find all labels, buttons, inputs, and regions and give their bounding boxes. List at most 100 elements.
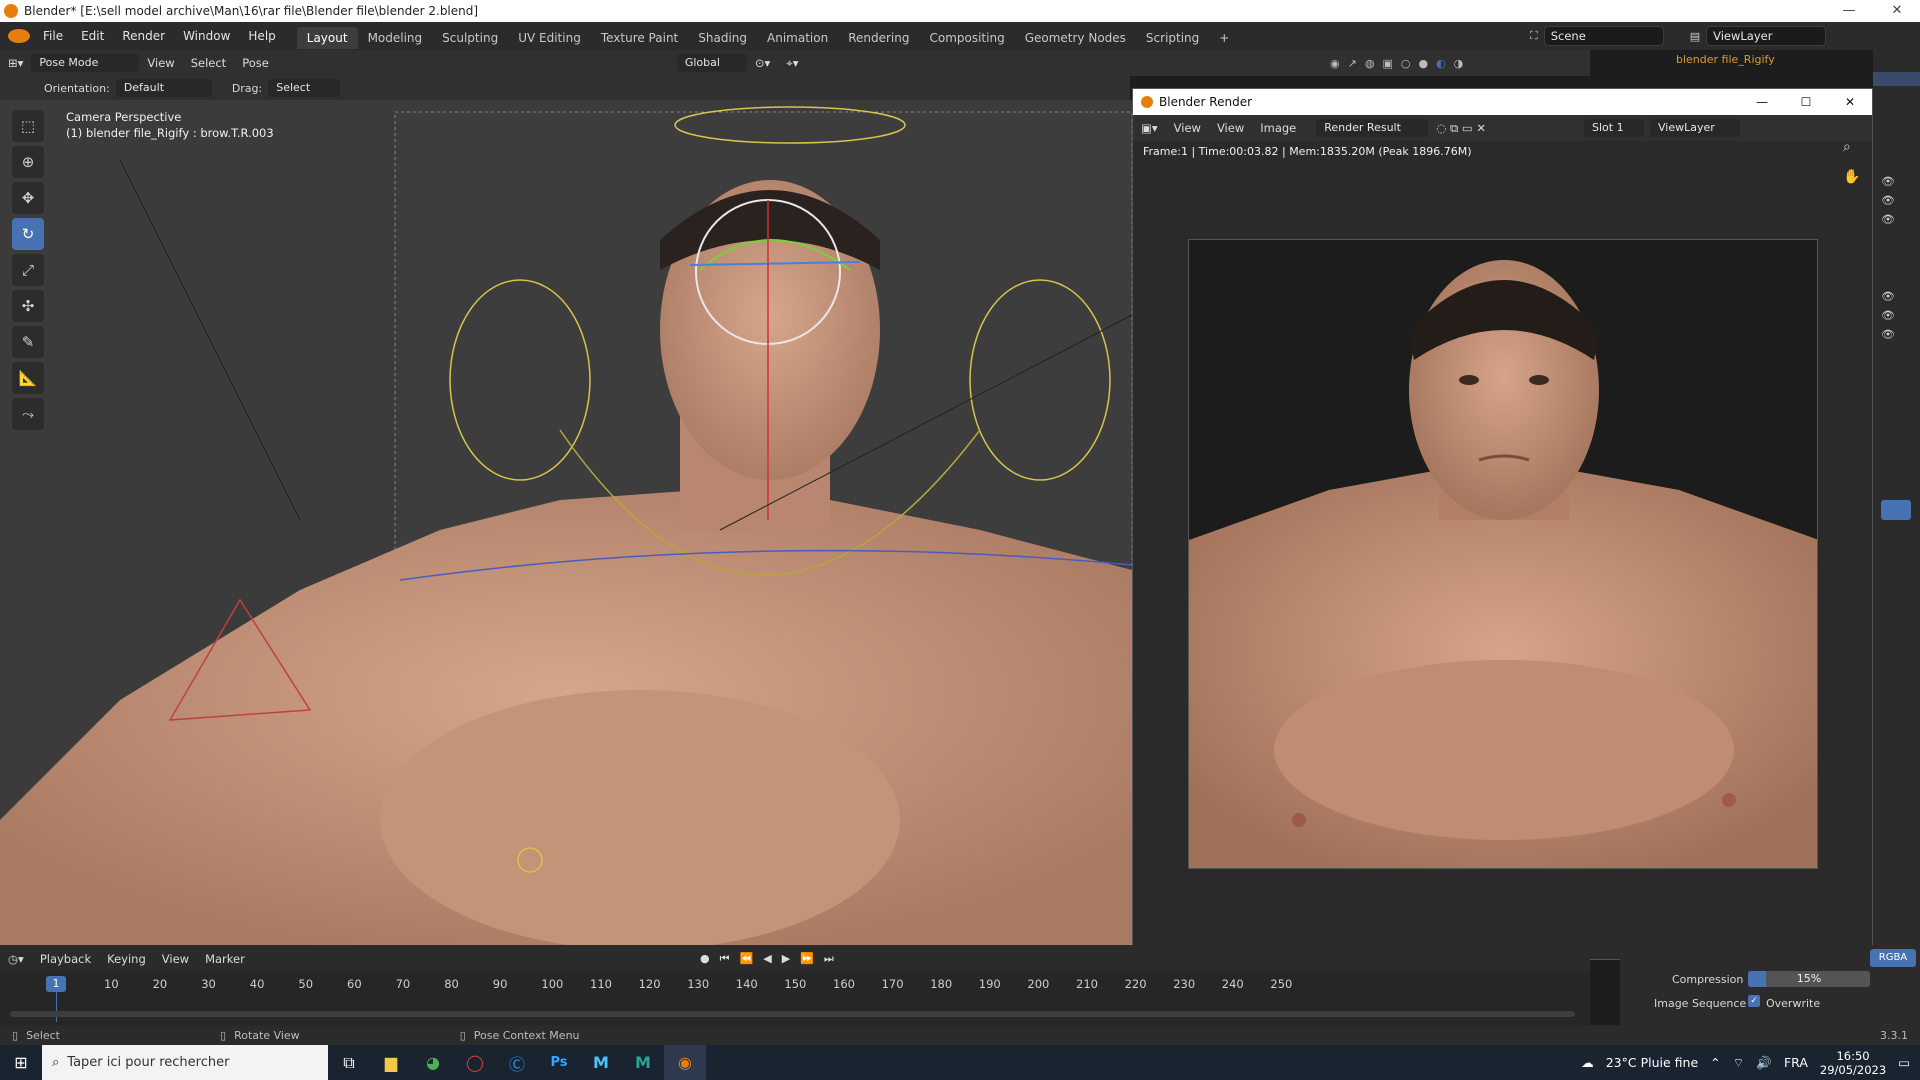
windows-start-icon[interactable]: ⊞ bbox=[0, 1045, 42, 1080]
image-name-field[interactable]: Render Result bbox=[1316, 119, 1429, 137]
timeline-scrollbar[interactable] bbox=[10, 1011, 1575, 1017]
tab-modeling[interactable]: Modeling bbox=[358, 27, 433, 49]
tab-uv-editing[interactable]: UV Editing bbox=[508, 27, 591, 49]
move-tool-icon[interactable]: ✥ bbox=[12, 182, 44, 214]
menu-file[interactable]: File bbox=[34, 22, 72, 50]
visibility-eye-icon[interactable]: 👁 bbox=[1881, 213, 1895, 226]
render-close-button[interactable]: ✕ bbox=[1828, 95, 1872, 109]
menu-pose[interactable]: Pose bbox=[234, 51, 277, 75]
menu-view[interactable]: View bbox=[1209, 116, 1252, 140]
tab-animation[interactable]: Animation bbox=[757, 27, 838, 49]
visibility-eye-icon[interactable]: 👁 bbox=[1881, 175, 1895, 188]
image-actions-icons[interactable]: ◌ ⧉ ▭ ✕ bbox=[1428, 116, 1494, 140]
pivot-icon[interactable]: ⊙▾ bbox=[747, 51, 778, 75]
blender-menu-icon[interactable] bbox=[8, 29, 30, 43]
zoom-icon[interactable]: ⌕ bbox=[1843, 139, 1851, 155]
material-shading-icon[interactable]: ◐ bbox=[1436, 57, 1446, 70]
visibility-eye-icon[interactable]: 👁 bbox=[1881, 290, 1895, 303]
compression-slider[interactable]: 15% bbox=[1748, 971, 1870, 987]
opera-icon[interactable]: ◯ bbox=[454, 1045, 496, 1080]
tab-scripting[interactable]: Scripting bbox=[1136, 27, 1209, 49]
tray-chevron-icon[interactable]: ⌃ bbox=[1710, 1055, 1720, 1070]
prev-key-icon[interactable]: ⏪ bbox=[740, 952, 754, 966]
tab-sculpting[interactable]: Sculpting bbox=[432, 27, 508, 49]
next-key-icon[interactable]: ⏩ bbox=[800, 952, 814, 966]
clock[interactable]: 16:50 29/05/2023 bbox=[1820, 1049, 1886, 1077]
jump-start-icon[interactable]: ⏮ bbox=[720, 952, 730, 966]
timeline[interactable]: 1 10 20 30 40 50 60 70 80 90 100 110 120 130 140 150 16… bbox=[0, 973, 1590, 1025]
menu-playback[interactable]: Playback bbox=[32, 947, 99, 971]
select-box-tool-icon[interactable]: ⬚ bbox=[12, 110, 44, 142]
rgba-button[interactable]: RGBA bbox=[1870, 949, 1916, 967]
solid-shading-icon[interactable]: ● bbox=[1418, 57, 1428, 70]
outliner-item[interactable]: blender file_Rigify bbox=[1670, 50, 1820, 70]
visibility-eye-icon[interactable]: 👁 bbox=[1881, 309, 1895, 322]
menu-view[interactable]: View bbox=[139, 51, 182, 75]
gizmo-icon[interactable]: ↗ bbox=[1348, 57, 1357, 70]
network-icon[interactable]: ⌔ bbox=[1733, 1055, 1745, 1071]
pan-hand-icon[interactable]: ✋ bbox=[1843, 169, 1860, 185]
render-viewlayer-select[interactable]: ViewLayer bbox=[1649, 119, 1740, 137]
search-box[interactable]: ⌕ Taper ici pour rechercher bbox=[42, 1045, 328, 1080]
notifications-icon[interactable]: ▭ bbox=[1898, 1055, 1910, 1070]
annotate-tool-icon[interactable]: ✎ bbox=[12, 326, 44, 358]
record-icon[interactable]: ● bbox=[700, 952, 710, 966]
play-icon[interactable]: ▶ bbox=[782, 952, 790, 966]
volume-icon[interactable]: 🔊 bbox=[1756, 1055, 1772, 1071]
visibility-icon[interactable]: ◉ bbox=[1330, 57, 1340, 70]
add-workspace-button[interactable]: + bbox=[1209, 27, 1239, 49]
language-indicator[interactable]: FRA bbox=[1784, 1055, 1808, 1070]
drag-select[interactable]: Select Box bbox=[268, 79, 341, 112]
transform-orientation-select[interactable]: Global bbox=[676, 54, 747, 72]
weather-text[interactable]: 23°C Pluie fine bbox=[1606, 1055, 1698, 1070]
render-maximize-button[interactable]: ☐ bbox=[1784, 95, 1828, 109]
play-reverse-icon[interactable]: ◀ bbox=[763, 952, 771, 966]
mode-select[interactable]: Pose Mode bbox=[31, 54, 140, 72]
visibility-eye-icon[interactable]: 👁 bbox=[1881, 328, 1895, 341]
menu-marker[interactable]: Marker bbox=[197, 947, 253, 971]
menu-edit[interactable]: Edit bbox=[72, 22, 113, 50]
chrome-icon[interactable]: ◕ bbox=[412, 1045, 454, 1080]
view-mode-select[interactable]: View bbox=[1166, 116, 1209, 140]
visibility-eye-icon[interactable]: 👁 bbox=[1881, 194, 1895, 207]
measure-tool-icon[interactable]: 📐 bbox=[12, 362, 44, 394]
task-view-icon[interactable]: ⧉ bbox=[328, 1045, 370, 1080]
cursor-tool-icon[interactable]: ⊕ bbox=[12, 146, 44, 178]
minimize-button[interactable]: — bbox=[1826, 0, 1872, 22]
scale-tool-icon[interactable]: ⤢ bbox=[12, 254, 44, 286]
menu-image[interactable]: Image bbox=[1252, 116, 1304, 140]
editor-type-icon[interactable]: ⊞▾ bbox=[0, 51, 31, 75]
render-minimize-button[interactable]: — bbox=[1740, 95, 1784, 109]
blender-taskbar-icon[interactable]: ◉ bbox=[664, 1045, 706, 1080]
menu-view[interactable]: View bbox=[154, 947, 197, 971]
tab-texture-paint[interactable]: Texture Paint bbox=[591, 27, 688, 49]
m-app-icon-2[interactable]: M bbox=[622, 1045, 664, 1080]
xray-icon[interactable]: ▣ bbox=[1382, 57, 1392, 70]
menu-select[interactable]: Select bbox=[183, 51, 234, 75]
photoshop-icon[interactable]: Ps bbox=[538, 1045, 580, 1080]
m-app-icon-1[interactable]: M bbox=[580, 1045, 622, 1080]
rendered-shading-icon[interactable]: ◑ bbox=[1454, 57, 1464, 70]
menu-render[interactable]: Render bbox=[113, 22, 174, 50]
orientation-select[interactable]: Default bbox=[115, 79, 212, 97]
c-app-icon[interactable]: Ⓒ bbox=[496, 1045, 538, 1080]
tab-shading[interactable]: Shading bbox=[688, 27, 757, 49]
editor-type-icon[interactable]: ▣▾ bbox=[1133, 116, 1166, 140]
properties-tab-active[interactable] bbox=[1881, 500, 1911, 520]
rotate-tool-icon[interactable]: ↻ bbox=[12, 218, 44, 250]
tab-layout[interactable]: Layout bbox=[296, 26, 358, 49]
timeline-editor-icon[interactable]: ◷▾ bbox=[0, 947, 32, 971]
close-button[interactable]: ✕ bbox=[1874, 0, 1920, 22]
slot-select[interactable]: Slot 1 bbox=[1583, 119, 1644, 137]
overwrite-checkbox[interactable]: ✓ bbox=[1748, 995, 1760, 1007]
3d-viewport[interactable]: Camera Perspective (1) blender file_Rigi… bbox=[0, 100, 1132, 945]
outliner-selected-row[interactable] bbox=[1873, 72, 1920, 86]
render-result-image[interactable] bbox=[1188, 239, 1818, 869]
wireframe-shading-icon[interactable]: ○ bbox=[1401, 57, 1411, 70]
viewlayer-field[interactable]: ViewLayer bbox=[1706, 26, 1827, 46]
file-explorer-icon[interactable]: ▆ bbox=[370, 1045, 412, 1080]
menu-window[interactable]: Window bbox=[174, 22, 239, 50]
bone-tool-icon[interactable]: ⤳ bbox=[12, 398, 44, 430]
menu-help[interactable]: Help bbox=[239, 22, 284, 50]
menu-keying[interactable]: Keying bbox=[99, 947, 154, 971]
